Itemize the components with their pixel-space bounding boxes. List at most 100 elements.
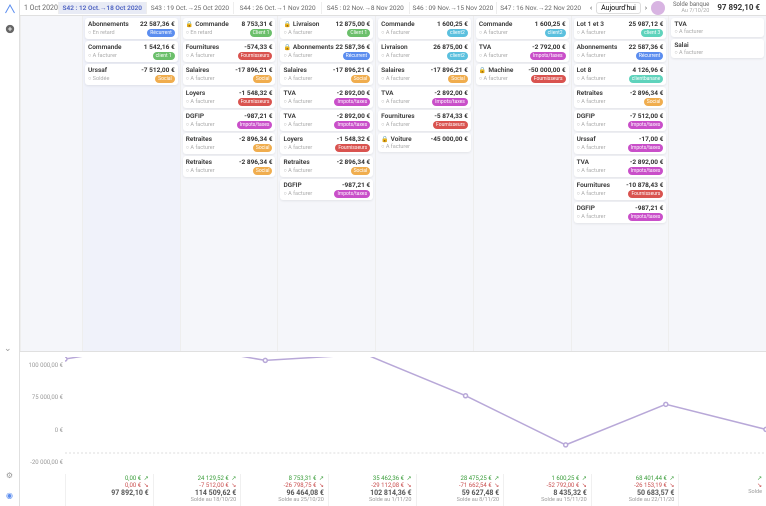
week-tab[interactable]: S47 : 16 Nov.→22 Nov 2020 [496,2,584,14]
week-tab[interactable]: S46 : 09 Nov.→15 Nov 2020 [409,2,497,14]
card-title: Fournitures [186,43,219,51]
transaction-card[interactable]: TVA-2 892,00 €○ A facturerImpots/taxes [280,87,373,108]
transaction-card[interactable]: Lot 84 126,96 €○ A facturerclientbanane [574,64,667,85]
transaction-card[interactable]: Abonnements22 587,36 €○ A facturerRécurr… [574,41,667,62]
transaction-card[interactable]: Fournitures-5 874,33 €○ A facturerFourni… [378,110,471,131]
card-tag: Impots/taxes [334,98,370,106]
transaction-card[interactable]: Loyers-1 548,32 €○ A facturerFournisseur… [183,87,276,108]
transaction-card[interactable]: DGFIP-987,21 €○ A facturerImpots/taxes [183,110,276,131]
current-period: 1 Oct 2020 [20,4,58,12]
card-tag: Fournisseurs [238,98,273,106]
transaction-card[interactable]: Lot 1 et 325 987,12 €○ A facturerclient … [574,18,667,39]
transaction-card[interactable]: Salaires-17 896,21 €○ A facturerSocial [280,64,373,85]
card-title: Urssaf [88,66,107,74]
week-tab[interactable]: S42 : 12 Oct.→18 Oct 2020 [58,2,146,14]
topbar: 1 Oct 2020 S42 : 12 Oct.→18 Oct 2020S43 … [20,0,766,16]
transaction-card[interactable]: TVA-2 792,00 €○ A facturerImpots/taxes [476,41,569,62]
transaction-card[interactable]: 🔒Abonnements22 587,36 €○ A facturerRécur… [280,41,373,62]
card-title: TVA [479,43,491,51]
chevron-right-icon[interactable]: › [645,4,647,12]
card-tag: Client 1 [250,29,273,37]
transaction-card[interactable]: Urssaf-7 512,00 €○ SoldéeSocial [85,64,178,85]
transaction-card[interactable]: Commande1 600,25 €○ A facturerclient2 [378,18,471,39]
card-status: ○ A facturer [577,145,606,151]
week-tab[interactable]: S43 : 19 Oct.→25 Oct 2020 [146,2,234,14]
transaction-card[interactable]: TVA-2 892,00 €○ A facturerImpots/taxes [280,110,373,131]
transaction-card[interactable]: Salaires-17 896,21 €○ A facturerSocial [378,64,471,85]
card-title: Lot 1 et 3 [577,20,604,28]
footer-summary: 24 129,52 € ↗-7 512,00 € ↘114 509,62 €So… [153,474,241,506]
lock-icon: 🔒 [283,44,290,51]
card-tag: Social [155,75,175,83]
card-amount: 22 587,36 € [335,43,370,51]
transaction-card[interactable]: TVA-2 892,00 €○ A facturerImpots/taxes [378,87,471,108]
transaction-card[interactable]: 🔒Livraison12 875,00 €○ A facturerClient … [280,18,373,39]
chevron-left-icon[interactable]: ‹ [590,4,592,12]
transaction-card[interactable]: Salaires-17 896,21 €○ A facturerSocial [183,64,276,85]
card-status: ○ A facturer [381,99,410,105]
card-status: ○ A facturer [577,191,606,197]
card-amount: 1 542,16 € [144,43,175,51]
transaction-card[interactable]: Retraites-2 896,34 €○ A facturerSocial [280,156,373,177]
transaction-card[interactable]: 🔒Machine-50 000,00 €○ A facturerFourniss… [476,64,569,85]
transaction-card[interactable]: 🔒Voiture-45 000,00 €○ A facturer [378,133,471,152]
card-status: ○ A facturer [381,76,410,82]
card-tag: Impots/taxes [334,190,370,198]
chart-y-axis: 100 000,00 € 75 000,00 € 0 € -20 000,00 … [20,352,65,476]
transaction-card[interactable]: Livraison26 875,00 €○ A facturerclient2 [378,41,471,62]
card-title: Retraites [577,89,603,97]
week-column: Commande1 600,25 €○ A facturerclient2TVA… [473,16,571,351]
transaction-card[interactable]: 🔒Commande8 753,31 €○ En retardClient 1 [183,18,276,39]
transaction-card[interactable]: DGFIP-987,21 €○ A facturerImpots/taxes [574,202,667,223]
chart-collapse-icon[interactable]: ⌄ [4,344,12,354]
card-title: Salaires [381,66,404,74]
card-status: ○ A facturer [577,168,606,174]
card-tag: Social [448,75,468,83]
card-status: ○ A facturer [88,53,117,59]
transaction-card[interactable]: Retraites-2 896,34 €○ A facturerSocial [183,133,276,154]
card-amount: -17 896,21 € [235,66,272,74]
card-tag: Client 1 [347,29,370,37]
card-tag: Fournisseurs [433,121,468,129]
card-title: Fournitures [381,112,414,120]
week-tab[interactable]: S45 : 02 Nov.→8 Nov 2020 [321,2,409,14]
card-status: ○ A facturer [577,76,606,82]
chart-area: ⌄ 100 000,00 € 75 000,00 € 0 € -20 000,0… [20,351,766,506]
card-status: ○ En retard [88,30,115,36]
footer-summary: 0,00 € ↗0,00 € ↘97 892,10 € [65,474,153,506]
transaction-card[interactable]: Commande1 542,16 €○ A facturerclient 1 [85,41,178,62]
card-title: TVA [283,112,295,120]
transaction-card[interactable]: Abonnements22 587,36 €○ En retardRécurre… [85,18,178,39]
add-icon[interactable] [4,23,16,35]
transaction-card[interactable]: Retraites-2 896,34 €○ A facturerSocial [183,156,276,177]
transaction-card[interactable]: DGFIP-987,21 €○ A facturerImpots/taxes [280,179,373,200]
card-amount: 12 875,00 € [335,20,370,28]
transaction-card[interactable]: Urssaf-17,00 €○ A facturerImpots/taxes [574,133,667,154]
week-column: Commande1 600,25 €○ A facturerclient2Liv… [375,16,473,351]
card-status: ○ A facturer [674,29,703,35]
card-amount: -1 548,32 € [337,135,371,143]
card-status: ○ A facturer [186,168,215,174]
card-status: ○ A facturer [577,53,606,59]
card-title: Retraites [186,158,212,166]
footer-summary: 68 401,44 € ↗-26 153,19 € ↘50 683,57 €So… [591,474,679,506]
settings-icon[interactable]: ⚙ [4,469,16,481]
help-icon[interactable]: ◉ [4,489,16,501]
transaction-card[interactable]: Fournitures-574,33 €○ A facturerFourniss… [183,41,276,62]
week-tab[interactable]: S44 : 26 Oct.→1 Nov 2020 [233,2,321,14]
transaction-card[interactable]: TVA-2 892,00 €○ A facturerImpots/taxes [574,156,667,177]
lock-icon: 🔒 [381,136,388,143]
transaction-card[interactable]: Loyers-1 548,32 €○ A facturerFournisseur… [280,133,373,154]
card-amount: -574,33 € [244,43,272,51]
card-amount: -50 000,00 € [528,66,565,74]
transaction-card[interactable]: Retraites-2 896,34 €○ A facturerSocial [574,87,667,108]
transaction-card[interactable]: TVA○ A facturer [671,18,764,37]
transaction-card[interactable]: Fournitures-10 878,43 €○ A facturerFourn… [574,179,667,200]
today-button[interactable]: Aujourd'hui [596,2,641,14]
card-tag: Impots/taxes [334,121,370,129]
logo-icon[interactable] [4,3,16,15]
transaction-card[interactable]: Salai○ A facturer [671,39,764,58]
avatar[interactable] [651,1,665,15]
transaction-card[interactable]: Commande1 600,25 €○ A facturerclient2 [476,18,569,39]
transaction-card[interactable]: DGFIP-7 512,00 €○ A facturerImpots/taxes [574,110,667,131]
